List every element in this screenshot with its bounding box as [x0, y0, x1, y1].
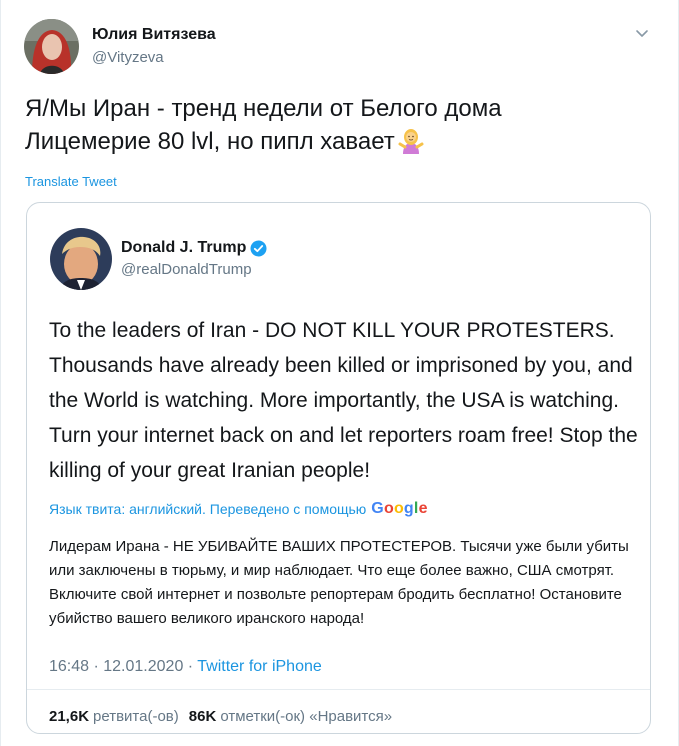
avatar-image: [24, 19, 79, 74]
tweet-stats: 21,6K ретвита(-ов) 86K отметки(-ок) «Нра…: [49, 708, 392, 725]
verified-badge-icon: [250, 240, 267, 256]
translated-text: Лидерам Ирана - НЕ УБИВАЙТЕ ВАШИХ ПРОТЕС…: [49, 538, 629, 627]
retweets-label[interactable]: ретвита(-ов): [93, 708, 179, 725]
likes-label[interactable]: отметки(-ок) «Нравится»: [220, 708, 392, 725]
tweet-source[interactable]: Twitter for iPhone: [197, 658, 322, 675]
quoted-tweet[interactable]: Donald J. Trump @realDonaldTrump To the …: [26, 202, 651, 734]
tweet-card: Юлия Витязева @Vityzeva Я/Мы Иран - трен…: [0, 0, 679, 746]
quoted-avatar-image: [50, 228, 112, 290]
tweet-line-1: Я/Мы Иран - тренд недели от Белого дома: [25, 95, 502, 122]
translation-note-text: Язык твита: английский. Переведено с пом…: [49, 501, 367, 517]
tweet-timestamp[interactable]: 16:48 · 12.01.2020 ·: [49, 658, 193, 675]
quoted-tweet-text: To the leaders of Iran - DO NOT KILL YOU…: [49, 319, 638, 482]
retweets-count[interactable]: 21,6K: [49, 708, 89, 725]
google-logo: Google: [371, 500, 428, 517]
tweet-line-2: Лицемерие 80 lvl, но пипл хавает: [25, 128, 395, 155]
divider: [27, 689, 650, 690]
translation-note: Язык твита: английский. Переведено с пом…: [49, 500, 428, 518]
author-avatar[interactable]: [24, 19, 79, 74]
tweet-text: Я/Мы Иран - тренд недели от Белого дома …: [25, 92, 665, 158]
tweet-line-2-wrap: Лицемерие 80 lvl, но пипл хавает: [25, 125, 665, 158]
tweet-meta: 16:48 · 12.01.2020 · Twitter for iPhone: [49, 658, 322, 676]
translate-tweet-link[interactable]: Translate Tweet: [25, 174, 117, 189]
likes-count[interactable]: 86K: [189, 708, 217, 725]
author-name[interactable]: Юлия Витязева: [92, 26, 216, 44]
quoted-author-name-wrap: Donald J. Trump: [121, 239, 267, 257]
quoted-author-avatar[interactable]: [50, 228, 112, 290]
quoted-author-handle[interactable]: @realDonaldTrump: [121, 261, 252, 278]
author-handle[interactable]: @Vityzeva: [92, 49, 164, 66]
quoted-author-name[interactable]: Donald J. Trump: [121, 239, 246, 257]
woman-shrugging-icon: [398, 129, 424, 154]
chevron-down-icon[interactable]: [635, 26, 649, 40]
